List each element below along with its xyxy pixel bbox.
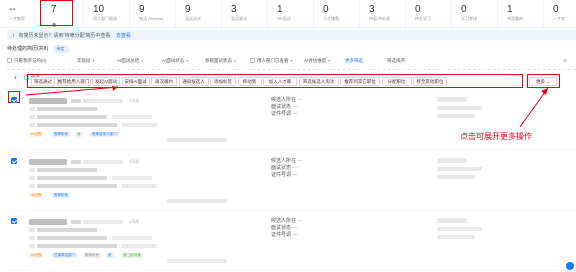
candidate-stage bbox=[437, 218, 467, 223]
field-label: 证件号调 bbox=[271, 232, 292, 238]
candidate-stage bbox=[437, 158, 467, 163]
work-icon bbox=[29, 244, 35, 248]
field-location: 候选人所在 — bbox=[271, 157, 302, 164]
candidate-meta bbox=[83, 160, 123, 164]
field-id: 证件号调 — bbox=[271, 231, 297, 238]
field-label: 证件号调 bbox=[271, 172, 292, 178]
candidate-note bbox=[437, 167, 482, 171]
candidate-school bbox=[112, 236, 152, 240]
phone-icon bbox=[29, 168, 35, 172]
candidate-tag: 推荐阶段 bbox=[83, 253, 101, 258]
candidate-tag: AI初筛 bbox=[29, 193, 44, 198]
candidate-experience bbox=[37, 244, 117, 248]
candidate-card[interactable]: 4天前 AI初筛 已推荐给部门 推荐阶段投 第二轮沟通 候选人所在 — 面试状态 — 证件号调… bbox=[7, 213, 576, 271]
field-value: — bbox=[292, 172, 298, 178]
work-icon bbox=[29, 123, 35, 127]
candidate-meta bbox=[83, 99, 123, 103]
field-interview-status: 面试状态 — bbox=[271, 164, 297, 171]
candidate-school bbox=[112, 176, 152, 180]
candidate-tag: 投 bbox=[106, 253, 114, 258]
candidate-company bbox=[122, 184, 157, 188]
row-checkbox[interactable] bbox=[11, 97, 17, 103]
recruit-page: --人才推荐7处理10用人部门筛选9笔试 (Written)9面试初试3面试复试… bbox=[0, 0, 576, 272]
candidate-extra bbox=[167, 138, 227, 142]
candidate-note bbox=[437, 235, 475, 239]
candidate-experience bbox=[37, 123, 117, 127]
candidate-extra bbox=[167, 199, 227, 203]
row-checkbox[interactable] bbox=[11, 218, 17, 224]
field-id: 证件号调 — bbox=[271, 110, 297, 117]
candidate-card[interactable]: 3天前 AI初筛 推荐阶段 候选人所在 — 面试状态 — 证件号调 — bbox=[7, 153, 576, 211]
candidate-contact bbox=[37, 228, 97, 232]
candidate-school bbox=[112, 115, 152, 119]
candidate-stage bbox=[437, 97, 467, 102]
candidate-tag: 已推荐给部门 bbox=[52, 253, 77, 258]
field-id: 证件号调 — bbox=[271, 171, 297, 178]
edu-icon bbox=[29, 236, 35, 240]
candidate-card[interactable]: 2天前 AI初筛 推荐阶段面 推荐给用人部门 候选人所在 — 面试状态 — 证件号调 — bbox=[7, 92, 576, 150]
candidate-meta bbox=[71, 99, 81, 103]
candidate-extra bbox=[167, 259, 227, 263]
field-interview-status: 面试状态 — bbox=[271, 103, 297, 110]
candidate-tag: 推荐给用人部门 bbox=[90, 132, 119, 137]
candidate-tag: 第二轮沟通 bbox=[121, 253, 143, 258]
candidate-meta bbox=[83, 220, 123, 224]
candidate-name bbox=[29, 219, 67, 225]
field-value: — bbox=[297, 158, 303, 164]
candidate-note bbox=[437, 114, 475, 118]
time-label: 3天前 bbox=[129, 159, 140, 164]
field-value: — bbox=[297, 97, 303, 103]
edu-icon bbox=[29, 115, 35, 119]
candidate-contact bbox=[37, 168, 97, 172]
candidate-company bbox=[122, 123, 157, 127]
candidate-meta bbox=[71, 160, 81, 164]
edu-icon bbox=[29, 176, 35, 180]
time-label: 4天前 bbox=[129, 219, 140, 224]
candidate-education bbox=[37, 115, 107, 119]
phone-icon bbox=[29, 228, 35, 232]
help-float-icon[interactable] bbox=[566, 262, 574, 270]
field-interview-status: 面试状态 — bbox=[271, 224, 297, 231]
candidate-tag: AI初筛 bbox=[29, 253, 44, 258]
candidate-education bbox=[37, 236, 107, 240]
field-location: 候选人所在 — bbox=[271, 96, 302, 103]
candidate-contact bbox=[37, 107, 97, 111]
field-label: 证件号调 bbox=[271, 111, 292, 117]
candidate-note bbox=[437, 106, 482, 110]
candidate-education bbox=[37, 176, 107, 180]
time-label: 2天前 bbox=[129, 98, 140, 103]
candidate-experience bbox=[37, 184, 117, 188]
phone-icon bbox=[29, 107, 35, 111]
field-value: — bbox=[297, 218, 303, 224]
candidate-company bbox=[122, 244, 157, 248]
field-value: — bbox=[292, 232, 298, 238]
candidate-tag: AI初筛 bbox=[29, 132, 44, 137]
field-value: — bbox=[292, 111, 298, 117]
row-checkbox[interactable] bbox=[11, 158, 17, 164]
candidate-name bbox=[29, 98, 67, 104]
candidate-tag: 推荐阶段 bbox=[52, 132, 70, 137]
candidate-note bbox=[437, 175, 475, 179]
candidate-tag: 面 bbox=[75, 132, 83, 137]
candidate-name bbox=[29, 159, 67, 165]
candidate-tag: 推荐阶段 bbox=[52, 193, 70, 198]
candidate-meta bbox=[71, 220, 81, 224]
work-icon bbox=[29, 184, 35, 188]
field-location: 候选人所在 — bbox=[271, 217, 302, 224]
candidate-note bbox=[437, 227, 482, 231]
